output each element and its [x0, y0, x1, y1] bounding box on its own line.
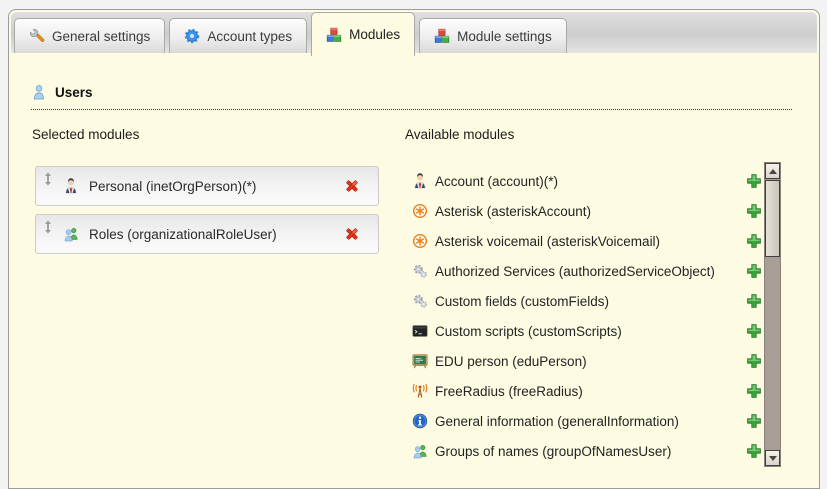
scroll-down-button[interactable]	[765, 450, 780, 466]
tab-modules[interactable]: Modules	[311, 12, 415, 56]
module-label: Account (account)(*)	[435, 174, 558, 189]
available-modules-box: Account (account)(*) Asterisk (asteriskAc…	[403, 162, 781, 467]
section-title: Users	[55, 85, 93, 100]
tab-label: General settings	[52, 29, 150, 44]
group-icon	[63, 226, 79, 242]
available-modules-label: Available modules	[405, 127, 514, 142]
module-label: FreeRadius (freeRadius)	[435, 384, 583, 399]
add-module-button[interactable]	[746, 413, 762, 429]
tab-account-types[interactable]: Account types	[169, 18, 307, 53]
module-label: Roles (organizationalRoleUser)	[89, 227, 277, 242]
tab-label: Module settings	[457, 29, 552, 44]
antenna-icon	[412, 383, 428, 399]
configuration-window: General settings Account types Modules Modu…	[8, 9, 820, 489]
available-module-row: Groups of names (groupOfNamesUser)	[403, 436, 764, 466]
tab-label: Account types	[207, 29, 292, 44]
module-label: EDU person (eduPerson)	[435, 354, 587, 369]
gears-icon	[412, 263, 428, 279]
module-label: Custom fields (customFields)	[435, 294, 609, 309]
selected-modules-label: Selected modules	[32, 127, 139, 142]
modules-icon	[326, 27, 342, 43]
add-module-button[interactable]	[746, 293, 762, 309]
asterisk-icon	[412, 233, 428, 249]
module-label: Custom scripts (customScripts)	[435, 324, 622, 339]
available-module-row: Custom fields (customFields)	[403, 286, 764, 316]
wrench-icon	[29, 28, 45, 44]
terminal-icon	[412, 323, 428, 339]
available-module-row: EDU person (eduPerson)	[403, 346, 764, 376]
add-module-button[interactable]	[746, 353, 762, 369]
chalkboard-icon	[412, 353, 428, 369]
add-module-button[interactable]	[746, 383, 762, 399]
selected-module-row[interactable]: Roles (organizationalRoleUser)	[35, 214, 379, 254]
scroll-up-button[interactable]	[765, 163, 780, 179]
selected-module-row[interactable]: Personal (inetOrgPerson)(*)	[35, 166, 379, 206]
add-module-button[interactable]	[746, 203, 762, 219]
remove-module-button[interactable]	[344, 226, 360, 242]
available-module-row: Authorized Services (authorizedServiceOb…	[403, 256, 764, 286]
tab-label: Modules	[349, 27, 400, 42]
drag-updown-icon[interactable]	[43, 172, 53, 186]
tab-general-settings[interactable]: General settings	[14, 18, 165, 53]
group-icon	[412, 443, 428, 459]
add-module-button[interactable]	[746, 323, 762, 339]
available-module-row: General information (generalInformation)	[403, 406, 764, 436]
person-icon	[63, 178, 79, 194]
available-module-row: Asterisk (asteriskAccount)	[403, 196, 764, 226]
person-icon	[412, 173, 428, 189]
module-label: Personal (inetOrgPerson)(*)	[89, 179, 256, 194]
remove-module-button[interactable]	[344, 178, 360, 194]
available-module-row: Custom scripts (customScripts)	[403, 316, 764, 346]
asterisk-icon	[412, 203, 428, 219]
users-section-header: Users	[31, 84, 792, 110]
user-icon	[31, 84, 47, 100]
module-label: Asterisk voicemail (asteriskVoicemail)	[435, 234, 660, 249]
module-label: Asterisk (asteriskAccount)	[435, 204, 591, 219]
info-icon	[412, 413, 428, 429]
module-label: General information (generalInformation)	[435, 414, 679, 429]
add-module-button[interactable]	[746, 263, 762, 279]
modules-icon	[434, 28, 450, 44]
module-label: Groups of names (groupOfNamesUser)	[435, 444, 671, 459]
available-module-row: FreeRadius (freeRadius)	[403, 376, 764, 406]
tab-module-settings[interactable]: Module settings	[419, 18, 567, 53]
available-module-row: Asterisk voicemail (asteriskVoicemail)	[403, 226, 764, 256]
add-module-button[interactable]	[746, 233, 762, 249]
selected-modules-list: Personal (inetOrgPerson)(*) Roles (organi…	[35, 166, 379, 262]
account-types-icon	[184, 28, 200, 44]
add-module-button[interactable]	[746, 443, 762, 459]
tab-bar: General settings Account types Modules Modu…	[11, 12, 817, 53]
scrollbar-thumb[interactable]	[765, 180, 780, 257]
scrollbar-track[interactable]	[764, 162, 781, 467]
available-modules-list: Account (account)(*) Asterisk (asteriskAc…	[403, 162, 764, 467]
add-module-button[interactable]	[746, 173, 762, 189]
module-label: Authorized Services (authorizedServiceOb…	[435, 264, 715, 279]
drag-updown-icon[interactable]	[43, 220, 53, 234]
gears-icon	[412, 293, 428, 309]
available-module-row: Account (account)(*)	[403, 166, 764, 196]
